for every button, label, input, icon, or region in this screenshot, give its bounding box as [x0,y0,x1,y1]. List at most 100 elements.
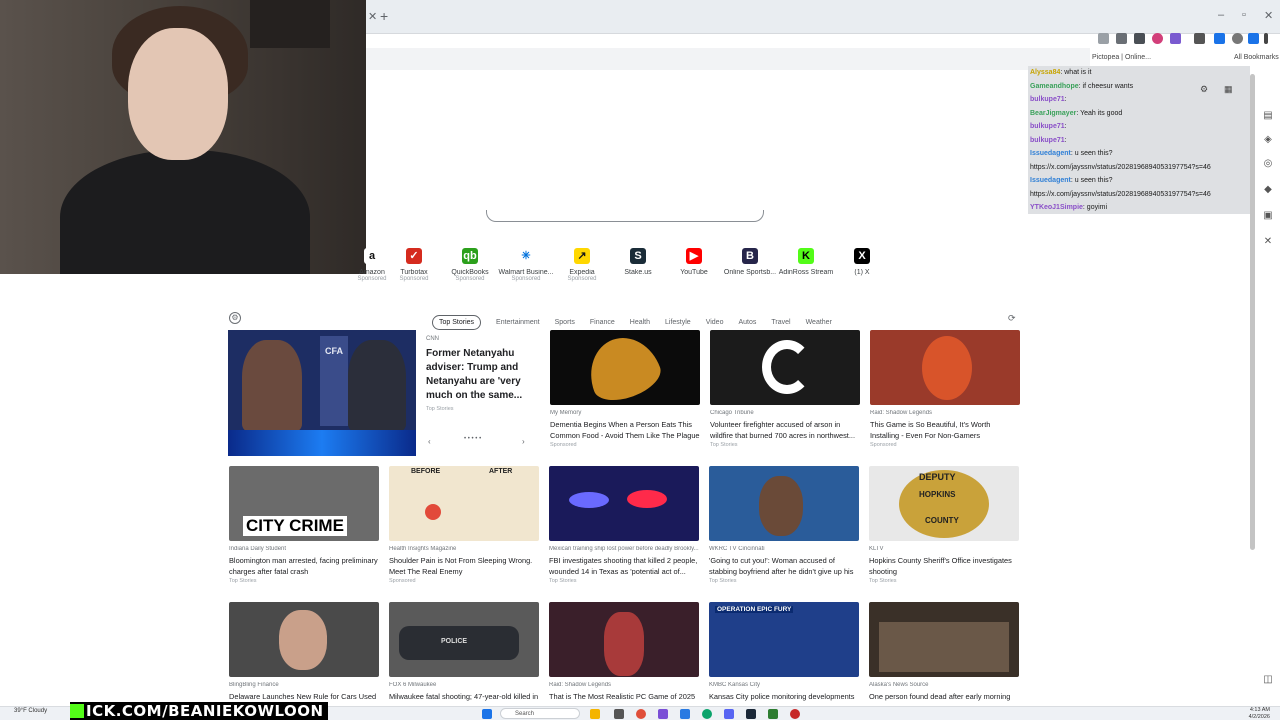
taskbar-search[interactable]: Search [500,708,580,719]
taskbar-clock[interactable]: 4:13 AM 4/2/2026 [1236,707,1270,720]
apps-grid-icon[interactable]: ▦ [1224,83,1233,97]
chevron-right-icon[interactable]: › [522,437,525,446]
maximize-icon[interactable]: ▫ [1242,9,1246,21]
refresh-icon[interactable]: ⟳ [1008,313,1016,324]
tab-entertainment[interactable]: Entertainment [496,316,540,329]
page-scrollbar[interactable] [1250,74,1255,550]
story-title[interactable]: Bloomington man arrested, facing prelimi… [229,555,379,577]
story-image[interactable] [549,466,699,541]
carousel-dots[interactable]: • • • • • [464,436,481,442]
story-card[interactable]: BEFORE AFTER Health Insights Magazine Shoul… [389,466,539,584]
hero-title[interactable]: Former Netanyahu adviser: Trump and Neta… [426,347,546,403]
story-card[interactable]: POLICE FOX 6 Milwaukee Milwaukee fatal sho… [389,602,539,714]
shortcut-tile[interactable]: qb QuickBooks Sponsored [440,244,500,282]
address-bar[interactable] [366,48,1090,70]
hero-story-text[interactable]: CNN Former Netanyahu adviser: Trump and … [426,336,546,412]
chat-username[interactable]: bulkupe71 [1030,123,1065,130]
tab-sports[interactable]: Sports [555,316,575,329]
story-image[interactable] [869,602,1019,677]
chat-username[interactable]: Alyssa84 [1030,69,1060,76]
story-card[interactable]: Raid: Shadow Legends That is The Most Rea… [549,602,699,714]
sidebar-icon[interactable]: ▣ [1262,210,1274,222]
story-title[interactable]: Volunteer firefighter accused of arson i… [710,419,860,441]
extension-icon[interactable] [1152,33,1163,44]
chat-username[interactable]: Issuedagent [1030,150,1071,157]
story-title[interactable]: FBI investigates shooting that killed 2 … [549,555,699,577]
chat-username[interactable]: Issuedagent [1030,177,1071,184]
chevron-left-icon[interactable]: ‹ [428,437,431,446]
tab-lifestyle[interactable]: Lifestyle [665,316,691,329]
menu-icon[interactable] [1264,33,1268,44]
settings-icon[interactable]: ⚙ [1200,83,1208,97]
taskbar-app-icon[interactable] [614,709,624,719]
sidebar-icon[interactable]: ◎ [1262,158,1274,170]
story-title[interactable]: Dementia Begins When a Person Eats This … [550,419,700,441]
story-card[interactable]: WKRC TV Cincinnati 'Going to cut you!': W… [709,466,859,584]
story-image[interactable] [710,330,860,405]
shortcut-tile[interactable]: ▶ YouTube [664,244,724,276]
sidebar-toggle-icon[interactable] [1214,33,1225,44]
tab-autos[interactable]: Autos [738,316,756,329]
puzzle-icon[interactable] [1194,33,1205,44]
tab-video[interactable]: Video [706,316,724,329]
story-image[interactable]: DEPUTY HOPKINS COUNTY [869,466,1019,541]
story-card[interactable]: Raid: Shadow Legends This Game is So Beau… [870,330,1020,448]
shortcut-tile[interactable]: B Online Sportsb... [720,244,780,276]
story-image[interactable]: BEFORE AFTER [389,466,539,541]
story-card[interactable]: OPERATION EPIC FURY KMBC Kansas City Kansa… [709,602,859,714]
story-image[interactable] [870,330,1020,405]
story-card[interactable]: BlingBling Finance Delaware Launches New … [229,602,379,714]
tab-travel[interactable]: Travel [771,316,790,329]
chat-username[interactable]: Gameandhope [1030,83,1079,90]
story-card[interactable]: Alaska's News Source One person found dea… [869,602,1019,714]
shortcut-tile[interactable]: ✳ Walmart Busine... Sponsored [496,244,556,282]
extension-icon[interactable] [1098,33,1109,44]
tab-top-stories[interactable]: Top Stories [432,315,482,330]
story-title[interactable]: Shoulder Pain is Not From Sleeping Wrong… [389,555,539,577]
close-window-icon[interactable]: ✕ [1264,9,1273,22]
story-image[interactable] [549,602,699,677]
story-title[interactable]: 'Going to cut you!': Woman accused of st… [709,555,859,577]
tab-health[interactable]: Health [630,316,650,329]
story-title[interactable]: This Game is So Beautiful, It's Worth In… [870,419,1020,441]
story-image[interactable]: CITY CRIME [229,466,379,541]
feed-settings-icon[interactable]: ⚙ [229,312,241,324]
chat-username[interactable]: bulkupe71 [1030,96,1065,103]
story-title[interactable]: Hopkins County Sheriff's Office investig… [869,555,1019,577]
steam-icon[interactable] [746,709,756,719]
tab-weather[interactable]: Weather [806,316,832,329]
chat-username[interactable]: bulkupe71 [1030,137,1065,144]
taskbar-app-icon[interactable] [636,709,646,719]
story-card[interactable]: Chicago Tribune Volunteer firefighter acc… [710,330,860,448]
story-image[interactable]: POLICE [389,602,539,677]
shield-icon[interactable] [1248,33,1259,44]
profile-icon[interactable] [1232,33,1243,44]
shortcut-tile[interactable]: K AdinRoss Stream [776,244,836,276]
shortcut-tile[interactable]: ✓ Turbotax Sponsored [384,244,444,282]
hero-story-image[interactable]: CFA [228,330,416,456]
story-image[interactable]: OPERATION EPIC FURY [709,602,859,677]
tab-finance[interactable]: Finance [590,316,615,329]
chat-username[interactable]: YTKeoJ1Simpie [1030,204,1083,211]
taskbar-app-icon[interactable] [702,709,712,719]
minimize-icon[interactable]: – [1218,9,1224,21]
story-image[interactable] [550,330,700,405]
story-image[interactable] [709,466,859,541]
sidebar-icon[interactable]: ◫ [1262,674,1274,686]
close-tab-icon[interactable]: ✕ [368,10,377,23]
chat-username[interactable]: BearJigmayer [1030,110,1076,117]
taskbar-app-icon[interactable] [768,709,778,719]
new-tab-button[interactable]: + [380,8,388,24]
extension-icon[interactable] [1116,33,1127,44]
shortcut-tile[interactable]: X (1) X [832,244,892,276]
weather-widget[interactable]: 39°F Cloudy [14,708,47,714]
story-card[interactable]: CITY CRIME Indiana Daily Student Bloomingt… [229,466,379,584]
extension-icon[interactable] [1170,33,1181,44]
close-icon[interactable]: ✕ [1262,236,1274,248]
extension-icon[interactable] [1134,33,1145,44]
story-image[interactable] [229,602,379,677]
sidebar-icon[interactable]: ◈ [1262,134,1274,146]
story-card[interactable]: DEPUTY HOPKINS COUNTY KLTV Hopkins County Sh… [869,466,1019,584]
sidebar-icon[interactable]: ◆ [1262,184,1274,196]
story-card[interactable]: Mexican training ship lost power before … [549,466,699,584]
